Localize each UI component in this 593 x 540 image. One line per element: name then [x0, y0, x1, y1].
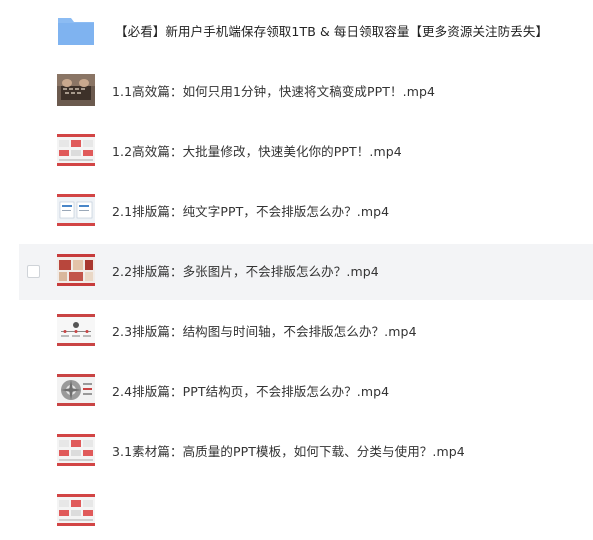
file-row[interactable]: 2.1排版篇：纯文字PPT，不会排版怎么办？.mp4	[19, 184, 593, 240]
file-row[interactable]: 2.2排版篇：多张图片，不会排版怎么办？.mp4	[19, 244, 593, 300]
file-row[interactable]: 1.1高效篇：如何只用1分钟，快速将文稿变成PPT！.mp4	[19, 64, 593, 120]
file-name[interactable]: 2.1排版篇：纯文字PPT，不会排版怎么办？.mp4	[112, 184, 389, 240]
file-name[interactable]: 2.3排版篇：结构图与时间轴，不会排版怎么办？.mp4	[112, 304, 417, 360]
file-row[interactable]: 3.1素材篇：高质量的PPT模板，如何下载、分类与使用？.mp4	[19, 424, 593, 480]
file-row[interactable]: 1.2高效篇：大批量修改，快速美化你的PPT！.mp4	[19, 124, 593, 180]
file-name[interactable]: 3.1素材篇：高质量的PPT模板，如何下载、分类与使用？.mp4	[112, 424, 465, 480]
video-thumbnail-icon	[57, 494, 95, 526]
file-row[interactable]	[19, 484, 593, 540]
video-thumbnail-icon	[57, 194, 95, 226]
video-thumbnail-icon	[57, 254, 95, 286]
video-thumbnail-icon	[57, 374, 95, 406]
file-name[interactable]: 【必看】新用户手机端保存领取1TB & 每日领取容量【更多资源关注防丢失】	[115, 4, 548, 60]
folder-row[interactable]: 【必看】新用户手机端保存领取1TB & 每日领取容量【更多资源关注防丢失】	[19, 4, 593, 60]
file-name[interactable]: 2.2排版篇：多张图片，不会排版怎么办？.mp4	[112, 244, 379, 300]
file-name[interactable]: 2.4排版篇：PPT结构页，不会排版怎么办？.mp4	[112, 364, 389, 420]
video-thumbnail-icon	[57, 314, 95, 346]
file-name[interactable]: 1.2高效篇：大批量修改，快速美化你的PPT！.mp4	[112, 124, 402, 180]
video-thumbnail-icon	[57, 434, 95, 466]
video-thumbnail-icon	[57, 134, 95, 166]
video-thumbnail-icon	[57, 74, 95, 106]
folder-icon	[57, 14, 95, 46]
file-name[interactable]: 1.1高效篇：如何只用1分钟，快速将文稿变成PPT！.mp4	[112, 64, 435, 120]
file-row[interactable]: 2.4排版篇：PPT结构页，不会排版怎么办？.mp4	[19, 364, 593, 420]
row-checkbox[interactable]	[27, 265, 40, 278]
file-row[interactable]: 2.3排版篇：结构图与时间轴，不会排版怎么办？.mp4	[19, 304, 593, 360]
